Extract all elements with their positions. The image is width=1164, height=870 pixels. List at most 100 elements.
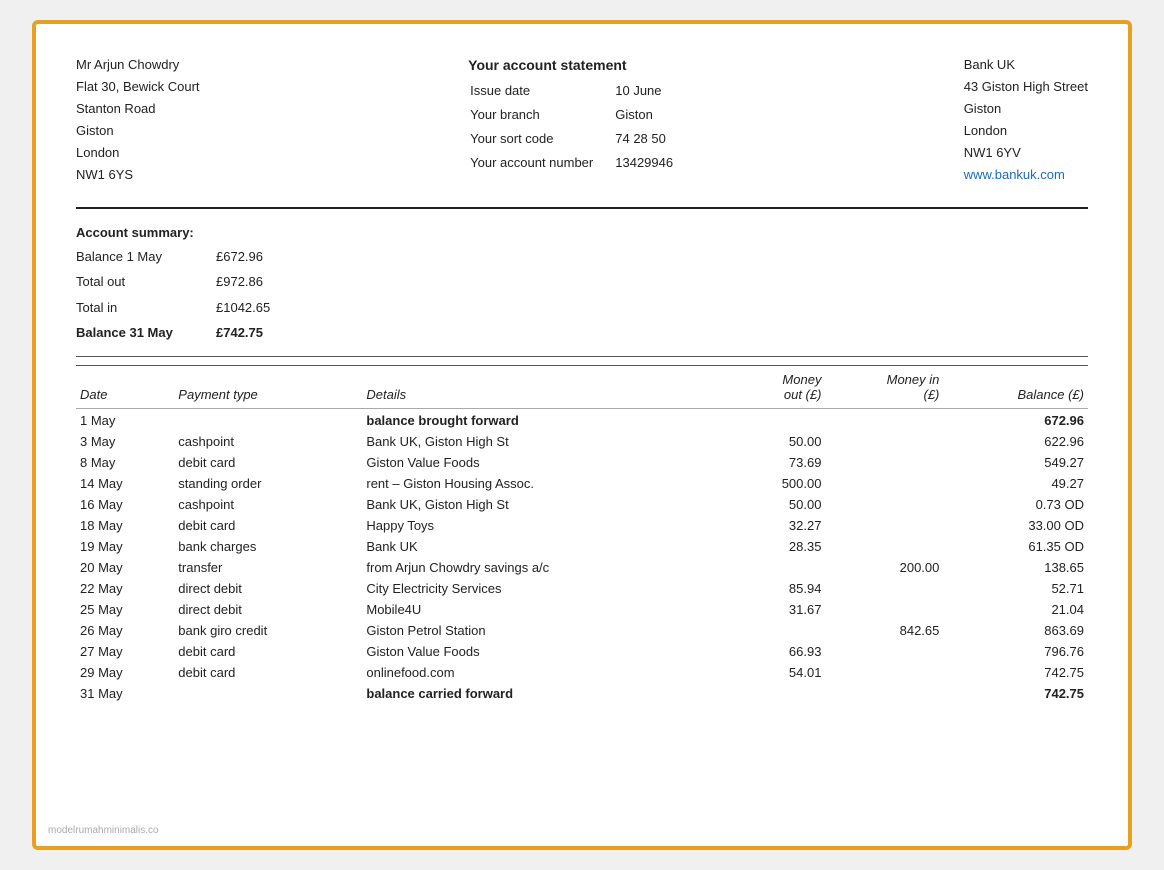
header-divider bbox=[76, 207, 1088, 209]
cell-out bbox=[733, 408, 826, 431]
branch-value: Giston bbox=[615, 104, 693, 126]
transactions-table: Date Payment type Details Moneyout (£) M… bbox=[76, 365, 1088, 704]
table-row: 26 May bank giro credit Giston Petrol St… bbox=[76, 620, 1088, 641]
bank-website-link[interactable]: www.bankuk.com bbox=[964, 167, 1065, 182]
cell-out: 66.93 bbox=[733, 641, 826, 662]
table-header: Date Payment type Details Moneyout (£) M… bbox=[76, 365, 1088, 408]
cell-type: debit card bbox=[174, 641, 362, 662]
cell-out: 32.27 bbox=[733, 515, 826, 536]
cell-balance: 33.00 OD bbox=[943, 515, 1088, 536]
header-section: Mr Arjun Chowdry Flat 30, Bewick Court S… bbox=[76, 54, 1088, 187]
cell-out: 54.01 bbox=[733, 662, 826, 683]
customer-address: Mr Arjun Chowdry Flat 30, Bewick Court S… bbox=[76, 54, 200, 187]
table-row: 22 May direct debit City Electricity Ser… bbox=[76, 578, 1088, 599]
cell-balance: 0.73 OD bbox=[943, 494, 1088, 515]
account-value: 13429946 bbox=[615, 152, 693, 174]
cell-type: standing order bbox=[174, 473, 362, 494]
cell-in bbox=[825, 494, 943, 515]
cell-out bbox=[733, 557, 826, 578]
cell-in bbox=[825, 452, 943, 473]
cell-date: 16 May bbox=[76, 494, 174, 515]
table-row: 8 May debit card Giston Value Foods 73.6… bbox=[76, 452, 1088, 473]
customer-name: Mr Arjun Chowdry bbox=[76, 54, 200, 76]
summary-table: Balance 1 May £672.96 Total out £972.86 … bbox=[76, 244, 356, 346]
table-row: 14 May standing order rent – Giston Hous… bbox=[76, 473, 1088, 494]
cell-details: balance brought forward bbox=[362, 408, 732, 431]
statement-info-table: Issue date 10 June Your branch Giston Yo… bbox=[468, 78, 695, 176]
summary-value: £742.75 bbox=[216, 320, 356, 345]
bank-address1: 43 Giston High Street bbox=[964, 76, 1088, 98]
customer-line2: Flat 30, Bewick Court bbox=[76, 76, 200, 98]
cell-balance: 622.96 bbox=[943, 431, 1088, 452]
table-row: 31 May balance carried forward 742.75 bbox=[76, 683, 1088, 704]
cell-date: 20 May bbox=[76, 557, 174, 578]
cell-in bbox=[825, 515, 943, 536]
col-money-in: Money in(£) bbox=[825, 365, 943, 408]
cell-balance: 742.75 bbox=[943, 683, 1088, 704]
cell-details: Giston Value Foods bbox=[362, 641, 732, 662]
cell-date: 22 May bbox=[76, 578, 174, 599]
cell-details: onlinefood.com bbox=[362, 662, 732, 683]
bank-name: Bank UK bbox=[964, 54, 1088, 76]
bank-address3: London bbox=[964, 120, 1088, 142]
cell-type: cashpoint bbox=[174, 494, 362, 515]
cell-in bbox=[825, 599, 943, 620]
cell-in bbox=[825, 662, 943, 683]
cell-type: direct debit bbox=[174, 599, 362, 620]
table-row: 20 May transfer from Arjun Chowdry savin… bbox=[76, 557, 1088, 578]
table-row: 29 May debit card onlinefood.com 54.01 7… bbox=[76, 662, 1088, 683]
cell-type: direct debit bbox=[174, 578, 362, 599]
cell-type: debit card bbox=[174, 662, 362, 683]
cell-balance: 21.04 bbox=[943, 599, 1088, 620]
cell-in bbox=[825, 473, 943, 494]
cell-details: Giston Value Foods bbox=[362, 452, 732, 473]
statement-title: Your account statement bbox=[468, 54, 695, 78]
cell-details: balance carried forward bbox=[362, 683, 732, 704]
summary-row: Balance 1 May £672.96 bbox=[76, 244, 356, 269]
cell-details: rent – Giston Housing Assoc. bbox=[362, 473, 732, 494]
sort-value: 74 28 50 bbox=[615, 128, 693, 150]
summary-row: Total out £972.86 bbox=[76, 269, 356, 294]
cell-in: 200.00 bbox=[825, 557, 943, 578]
cell-date: 26 May bbox=[76, 620, 174, 641]
cell-out: 31.67 bbox=[733, 599, 826, 620]
cell-date: 18 May bbox=[76, 515, 174, 536]
summary-label: Total in bbox=[76, 295, 216, 320]
cell-details: Bank UK, Giston High St bbox=[362, 494, 732, 515]
cell-balance: 52.71 bbox=[943, 578, 1088, 599]
col-money-out: Moneyout (£) bbox=[733, 365, 826, 408]
account-summary-section: Account summary: Balance 1 May £672.96 T… bbox=[76, 221, 1088, 346]
customer-line6: NW1 6YS bbox=[76, 164, 200, 186]
cell-type: bank charges bbox=[174, 536, 362, 557]
customer-line4: Giston bbox=[76, 120, 200, 142]
cell-date: 14 May bbox=[76, 473, 174, 494]
account-label: Your account number bbox=[470, 152, 613, 174]
cell-details: Bank UK, Giston High St bbox=[362, 431, 732, 452]
bank-address2: Giston bbox=[964, 98, 1088, 120]
cell-balance: 138.65 bbox=[943, 557, 1088, 578]
col-balance: Balance (£) bbox=[943, 365, 1088, 408]
customer-line5: London bbox=[76, 142, 200, 164]
cell-date: 29 May bbox=[76, 662, 174, 683]
cell-date: 8 May bbox=[76, 452, 174, 473]
issue-value: 10 June bbox=[615, 80, 693, 102]
table-body: 1 May balance brought forward 672.96 3 M… bbox=[76, 408, 1088, 704]
cell-type: debit card bbox=[174, 452, 362, 473]
cell-balance: 49.27 bbox=[943, 473, 1088, 494]
cell-type: transfer bbox=[174, 557, 362, 578]
cell-out bbox=[733, 683, 826, 704]
cell-balance: 796.76 bbox=[943, 641, 1088, 662]
col-date: Date bbox=[76, 365, 174, 408]
table-row: 1 May balance brought forward 672.96 bbox=[76, 408, 1088, 431]
cell-type: bank giro credit bbox=[174, 620, 362, 641]
cell-balance: 672.96 bbox=[943, 408, 1088, 431]
col-details: Details bbox=[362, 365, 732, 408]
cell-details: Mobile4U bbox=[362, 599, 732, 620]
cell-details: City Electricity Services bbox=[362, 578, 732, 599]
cell-type bbox=[174, 408, 362, 431]
cell-out: 28.35 bbox=[733, 536, 826, 557]
cell-in bbox=[825, 641, 943, 662]
cell-date: 1 May bbox=[76, 408, 174, 431]
summary-value: £972.86 bbox=[216, 269, 356, 294]
cell-details: Happy Toys bbox=[362, 515, 732, 536]
